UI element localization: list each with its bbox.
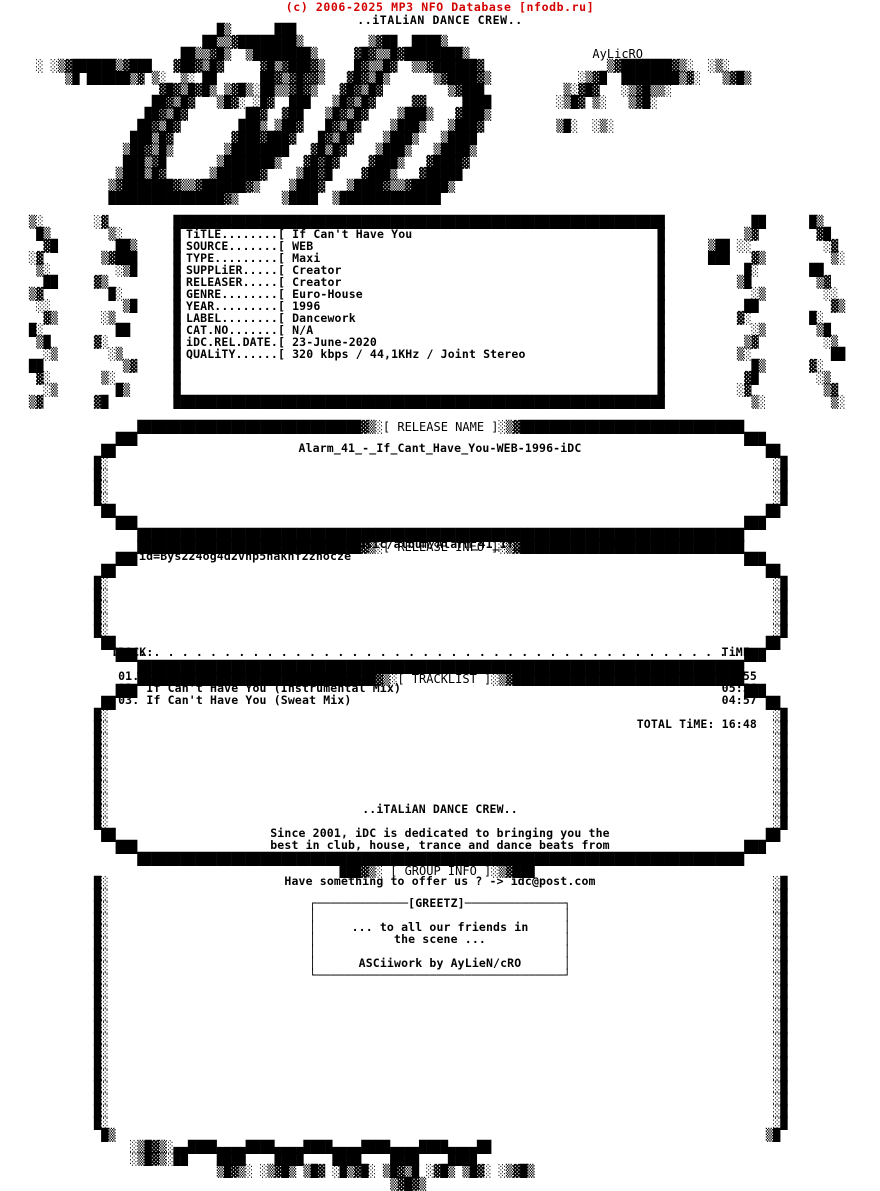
group-contact: Have something to offer us ? -> idc@post… bbox=[284, 874, 596, 889]
tracklist-rows: 05:55 01. If Can't Have You (Thunder Mix… bbox=[111, 670, 757, 706]
tracklist-row: 04:57 03. If Can't Have You (Sweat Mix) bbox=[111, 694, 757, 706]
nfodb-copyright: (c) 2006-2025 MP3 NFO Database [nfodb.ru… bbox=[285, 0, 595, 14]
release-info-block: ARTiST.......[ Alarm 41 TiTLE........[ If… bbox=[186, 216, 526, 360]
total-time-value: 16:48 bbox=[714, 717, 757, 731]
total-time-label: TOTAL TiME: bbox=[636, 717, 715, 731]
info-row-value: 320 kbps / 44,1KHz / Joint Stereo bbox=[285, 347, 526, 362]
track-number: 03. bbox=[111, 693, 140, 708]
release-name-value: Alarm_41_-_If_Cant_Have_You-WEB-1996-iDC bbox=[298, 441, 582, 455]
nfo-page: (c) 2006-2025 MP3 NFO Database [nfodb.ru… bbox=[0, 0, 880, 1190]
greetz-bottom-border: └───────────────────────────────────┘ bbox=[309, 968, 571, 983]
release-info-line: id=Bys224og4d2vnp5nakhf2zhocze bbox=[139, 549, 352, 564]
release-info-url: https://play.google.com/store/music/albu… bbox=[139, 538, 627, 562]
tracklist-dotted-rule: . . . . . . . . . . . . . . . . . . . . … bbox=[111, 646, 748, 659]
track-name: If Can't Have You (Sweat Mix) bbox=[139, 693, 352, 708]
info-row: QUALiTY......[ 320 kbps / 44,1KHz / Join… bbox=[186, 348, 526, 360]
tracklist-total: TOTAL TiME: 16:48 bbox=[111, 718, 757, 730]
info-row-key: QUALiTY......[ bbox=[186, 347, 286, 362]
greetz-block: ┌─────────────[GREETZ]──────────────┐ │ │… bbox=[0, 897, 880, 981]
ascii-art-canvas: █▒ ███ ██▒▒▓████████▒ ▒▓██ ████▒ ██▒▒▓█▒… bbox=[0, 23, 846, 1191]
track-time: 04:57 bbox=[721, 693, 757, 708]
group-info-block: ..iTALiAN DANCE CREW.. Since 2001, iDC i… bbox=[0, 803, 880, 887]
